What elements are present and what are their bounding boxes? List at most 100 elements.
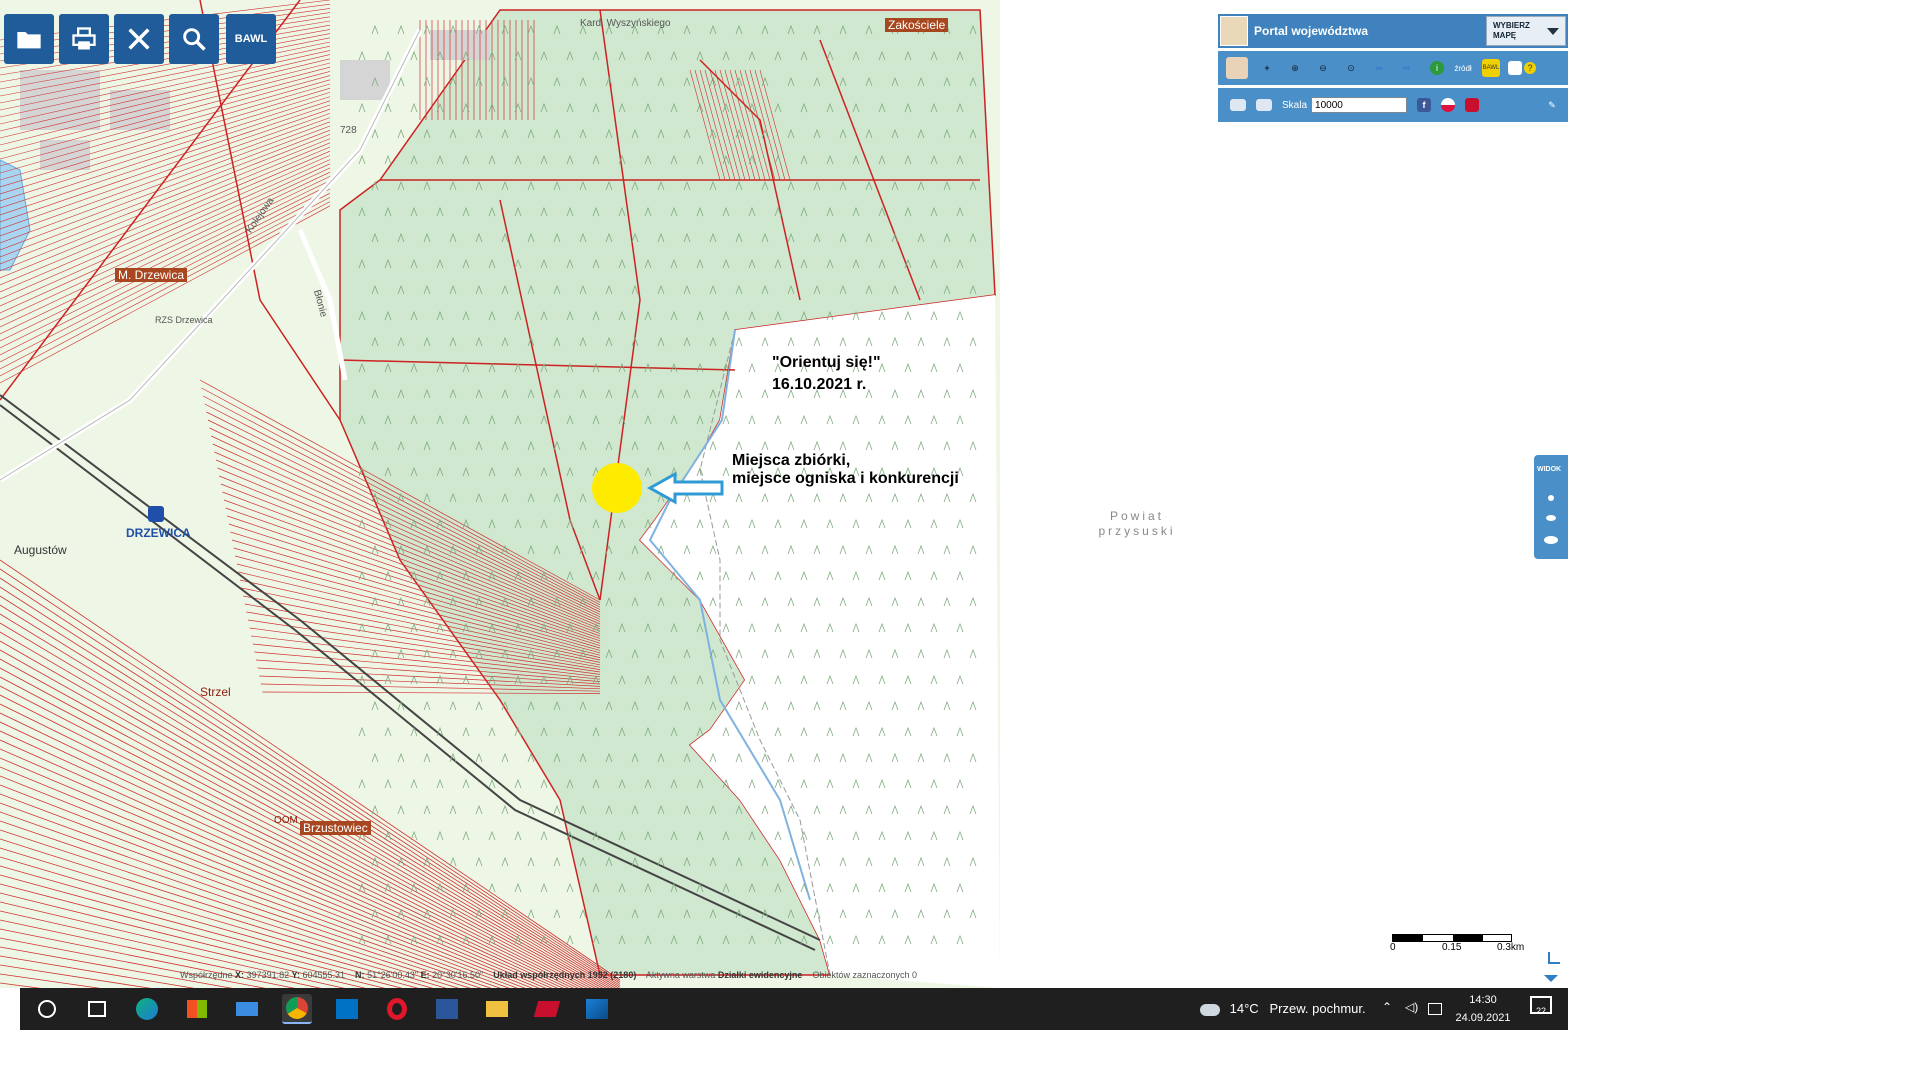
train-station-icon <box>148 506 164 522</box>
volume-icon[interactable]: ◁) <box>1405 1000 1421 1016</box>
help-icon[interactable]: ? <box>1524 62 1536 74</box>
label-rural: RZS Drzewica <box>155 315 213 325</box>
y-value: 604555.31 <box>302 970 346 980</box>
scale-row: Skala f ✎ <box>1218 88 1568 122</box>
outlook-icon[interactable] <box>332 994 362 1024</box>
expand-corner-icon[interactable] <box>1548 952 1560 964</box>
scale-tick-end: 0.3km <box>1497 942 1525 953</box>
event-date: 16.10.2021 r. <box>772 376 867 393</box>
word-icon[interactable] <box>432 994 462 1024</box>
search-button[interactable] <box>169 14 219 64</box>
polish-flag-icon[interactable] <box>1441 98 1456 112</box>
tools-button[interactable] <box>114 14 164 64</box>
collapse-arrow-icon[interactable] <box>1544 975 1558 982</box>
opera-icon[interactable] <box>382 994 412 1024</box>
label-zakoscie: Zakościele <box>885 18 949 32</box>
zoom-in-icon[interactable]: ⊕ <box>1286 59 1304 77</box>
label-augustow: Augustów <box>14 543 67 557</box>
map-tools-row: + ⊕ ⊖ ⊙ ⇦ ⇨ i źródł BAWL ? <box>1218 51 1568 85</box>
app-red-icon[interactable] <box>532 994 562 1024</box>
layer-list-icon[interactable] <box>1230 99 1246 111</box>
scale-tick-mid: 0.15 <box>1442 942 1462 953</box>
explorer-icon[interactable] <box>482 994 512 1024</box>
county-label-line1: Powiat <box>1109 509 1165 523</box>
scale-label: Skala <box>1282 99 1308 111</box>
clock-time: 14:30 <box>1469 994 1497 1006</box>
photos-icon[interactable] <box>582 994 612 1024</box>
chevron-up-icon[interactable]: ⌃ <box>1382 1000 1398 1016</box>
map-view[interactable]: Zakościele M. Drzewica Augustów DRZEWICA… <box>0 0 1568 988</box>
weather-text: Przew. pochmur. <box>1269 1001 1366 1016</box>
map-thumbnail-icon[interactable] <box>1220 16 1248 46</box>
notifications-icon[interactable]: 22 <box>1530 996 1552 1020</box>
windows-taskbar: 14°C Przew. pochmur. ⌃ ◁) 14:30 24.09.20… <box>20 988 1568 1030</box>
portal-title: Portal województwa <box>1254 24 1369 38</box>
event-title: "Orientuj się!" 16.10.2021 r. <box>772 352 881 396</box>
label-strzel: Strzel <box>200 685 231 699</box>
portal-panel: Portal województwa WYBIERZ MAPĘ + ⊕ ⊖ ⊙ … <box>1218 14 1568 125</box>
scale-input[interactable] <box>1311 97 1408 113</box>
view-panel[interactable]: WIDOK <box>1534 455 1568 559</box>
zoom-window-icon[interactable]: ⊙ <box>1342 59 1360 77</box>
edge-icon[interactable] <box>132 994 162 1024</box>
selected-value: 0 <box>912 970 918 980</box>
english-flag-icon[interactable] <box>1465 98 1480 112</box>
n-label: N: <box>355 970 365 980</box>
info-icon[interactable]: i <box>1430 61 1444 75</box>
x-value: 397391.82 <box>246 970 290 980</box>
layers-icon[interactable]: BAWL <box>1482 59 1500 77</box>
label-728: 728 <box>340 125 357 136</box>
tools-icon <box>128 28 150 50</box>
county-label-line2: przysuski <box>1098 524 1176 538</box>
weather-widget[interactable]: 14°C Przew. pochmur. <box>1200 1001 1366 1016</box>
chevron-down-icon <box>1547 28 1559 35</box>
chrome-icon[interactable] <box>282 994 312 1024</box>
zoom-out-icon[interactable]: ⊖ <box>1314 59 1332 77</box>
wrench-icon[interactable]: ✎ <box>1543 96 1561 114</box>
weather-temp: 14°C <box>1229 1001 1259 1016</box>
bawl-button[interactable]: BAWL <box>226 14 276 64</box>
county-label: Powiat przysuski <box>1082 509 1192 539</box>
label-brzustowiec: Brzustowiec <box>300 821 371 835</box>
legend-icon[interactable] <box>1256 99 1272 111</box>
zoom-extent-icon[interactable]: + <box>1258 59 1276 77</box>
search-circle-icon[interactable] <box>32 994 62 1024</box>
folder-icon <box>17 32 41 49</box>
network-icon[interactable] <box>1428 1003 1442 1015</box>
meeting-point-caption: Miejsca zbiórki, miejsce ogniska i konku… <box>732 452 959 488</box>
map-canvas[interactable] <box>0 0 1568 988</box>
y-label: Y: <box>291 970 300 980</box>
meeting-caption-line1: Miejsca zbiórki, <box>732 452 851 469</box>
print-icon <box>72 27 96 50</box>
meeting-point-marker[interactable] <box>592 463 642 513</box>
print-button[interactable] <box>59 14 109 64</box>
layer-label: Aktywna warstwa <box>645 970 716 980</box>
status-bar: Współrzędne X: 397391.82 Y: 604555.31 N:… <box>180 970 917 980</box>
e-label: E: <box>420 970 430 980</box>
task-view-icon[interactable] <box>82 994 112 1024</box>
pan-hand-icon[interactable] <box>1226 57 1248 79</box>
scale-tick-0: 0 <box>1390 942 1396 953</box>
view-eye-small-icon[interactable] <box>1546 515 1556 521</box>
x-label: X: <box>235 970 245 980</box>
user-icon[interactable] <box>1508 61 1522 75</box>
notification-count: 22 <box>1536 1006 1547 1016</box>
scale-bar-graphic <box>1392 934 1512 942</box>
forward-arrow-icon[interactable]: ⇨ <box>1398 59 1416 77</box>
mail-icon[interactable] <box>232 994 262 1024</box>
view-eye-icon[interactable] <box>1544 536 1558 544</box>
e-value: 20°30'16.50" <box>432 970 484 980</box>
label-drzewica-mala: M. Drzewica <box>115 268 188 282</box>
view-dot-icon[interactable] <box>1548 495 1554 501</box>
label-brzustowiec-prefix: OOM <box>274 815 298 826</box>
open-folder-button[interactable] <box>4 14 54 64</box>
store-icon[interactable] <box>182 994 212 1024</box>
portal-header: Portal województwa WYBIERZ MAPĘ <box>1218 14 1568 48</box>
choose-map-dropdown[interactable]: WYBIERZ MAPĘ <box>1486 16 1566 46</box>
back-arrow-icon[interactable]: ⇦ <box>1370 59 1388 77</box>
layer-value: Działki ewidencyjne <box>717 970 803 980</box>
source-icon[interactable]: źródł <box>1454 59 1472 77</box>
facebook-icon[interactable]: f <box>1417 98 1432 112</box>
selected-label: Obiektów zaznaczonych <box>812 970 910 980</box>
clock[interactable]: 14:30 24.09.2021 <box>1455 991 1511 1027</box>
